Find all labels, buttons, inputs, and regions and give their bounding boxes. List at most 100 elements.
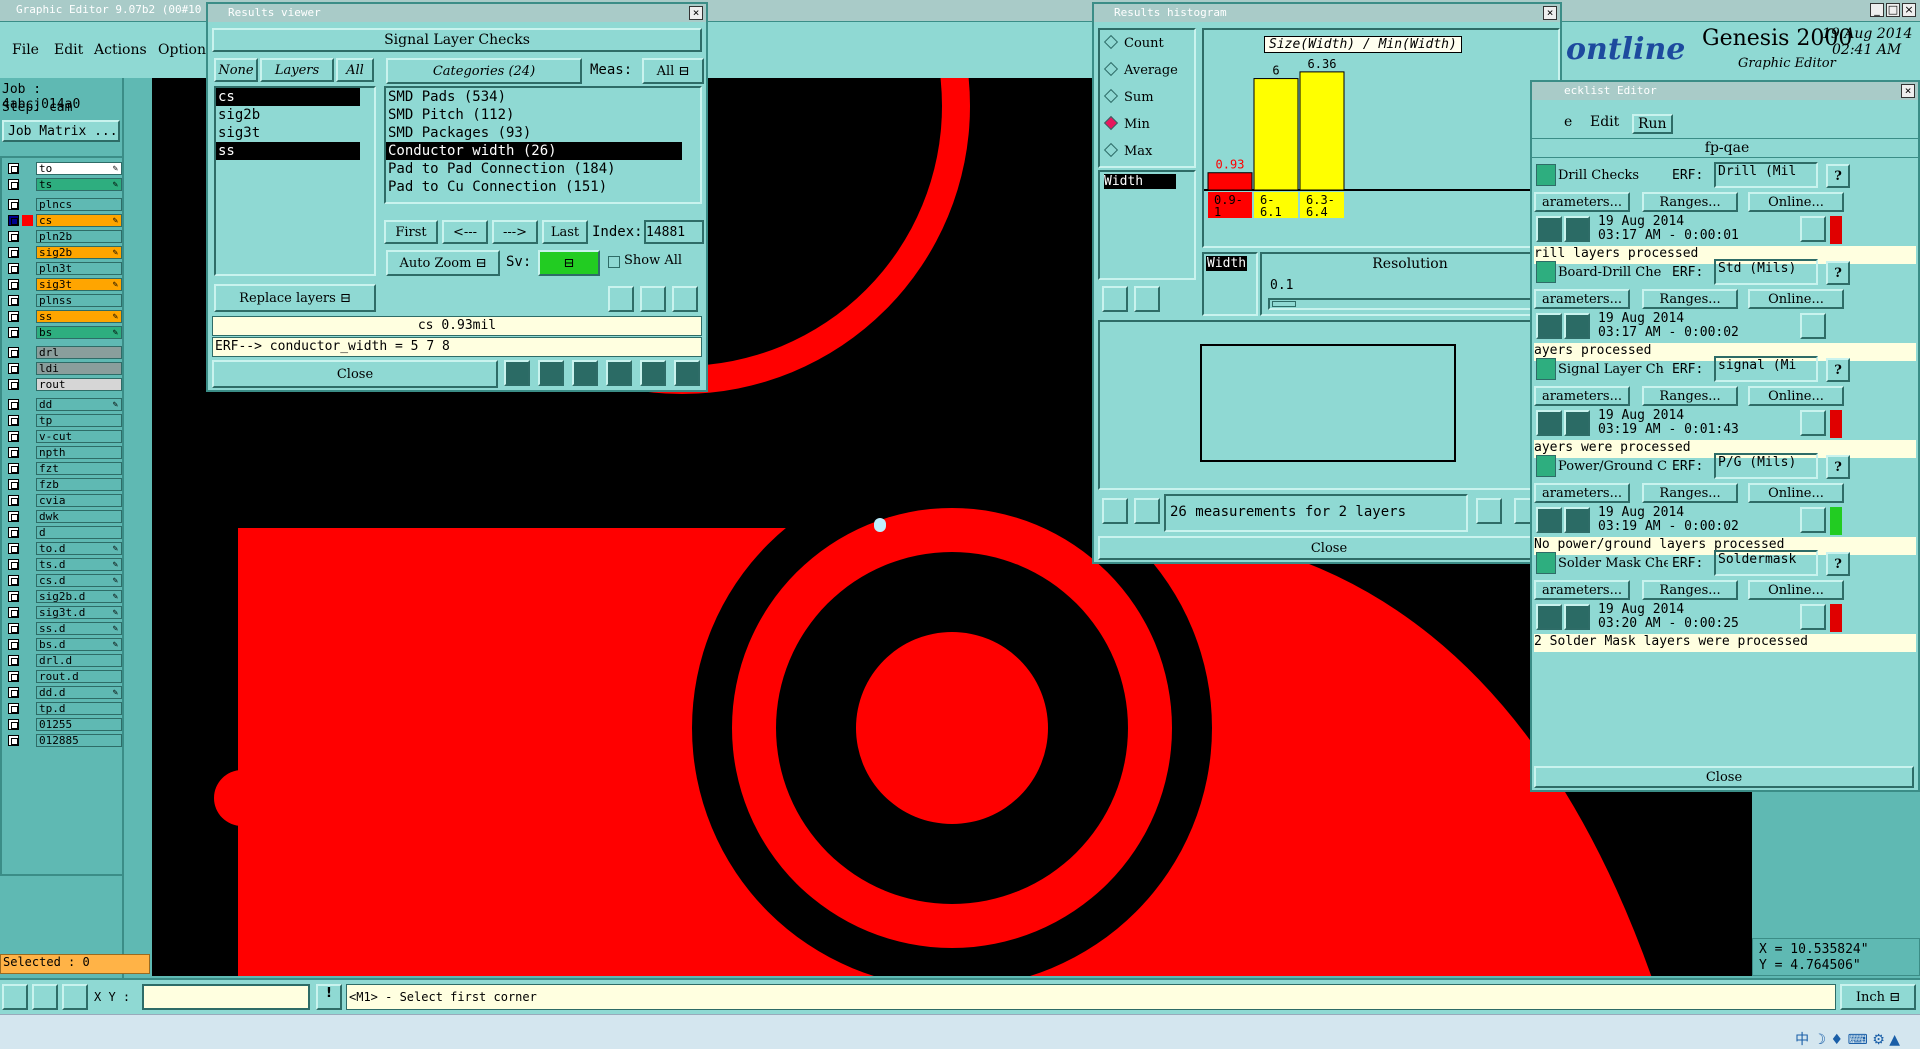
ranges-button[interactable]: Ranges... <box>1642 386 1738 406</box>
zoom-result-icon[interactable] <box>1800 410 1826 436</box>
layer-checkbox[interactable] <box>8 655 19 666</box>
check-name[interactable]: Board-Drill Che <box>1558 265 1668 280</box>
export-icon[interactable] <box>1476 498 1502 524</box>
category-item[interactable]: Conductor width (26) <box>386 142 682 160</box>
camera-icon[interactable] <box>538 360 564 386</box>
category-item[interactable]: SMD Pitch (112) <box>386 106 682 124</box>
menu-file[interactable]: File <box>12 42 39 58</box>
flag-icon[interactable] <box>504 360 530 386</box>
units-select[interactable]: Inch ⊟ <box>1840 984 1916 1010</box>
next-button[interactable]: ---> <box>492 220 538 244</box>
zoom-result-icon[interactable] <box>1800 313 1826 339</box>
radio-icon[interactable] <box>1103 34 1119 50</box>
show-all-checkbox[interactable] <box>608 256 620 268</box>
layer-row[interactable]: rout.d <box>6 670 122 683</box>
run-icon[interactable] <box>1536 313 1562 339</box>
zoom-tool-icon[interactable] <box>2 984 28 1010</box>
run-icon[interactable] <box>1536 604 1562 630</box>
run-all-icon[interactable] <box>1564 313 1590 339</box>
layer-list-item[interactable]: ss <box>216 142 360 160</box>
layer-checkbox[interactable] <box>8 591 19 602</box>
layers-list[interactable]: cs sig2b sig3t ss <box>214 86 376 276</box>
stat-option[interactable]: Sum <box>1103 88 1154 110</box>
layer-list-item[interactable]: sig3t <box>216 124 360 142</box>
checklist-close-button[interactable]: Close <box>1534 766 1914 788</box>
slider-handle[interactable] <box>1272 301 1296 307</box>
layer-checkbox[interactable] <box>8 527 19 538</box>
index-input[interactable] <box>644 220 704 244</box>
erase-icon[interactable] <box>572 360 598 386</box>
ranges-button[interactable]: Ranges... <box>1642 483 1738 503</box>
layer-checkbox[interactable] <box>8 415 19 426</box>
run-icon[interactable] <box>1536 216 1562 242</box>
maximize-icon[interactable]: □ <box>1886 3 1900 17</box>
category-item[interactable]: Pad to Cu Connection (151) <box>386 178 682 196</box>
category-item[interactable]: SMD Pads (534) <box>386 88 682 106</box>
ranges-button[interactable]: Ranges... <box>1642 289 1738 309</box>
layer-row[interactable]: sig3t.d ✎ <box>6 606 122 619</box>
layer-checkbox[interactable] <box>8 363 19 374</box>
replace-layers-select[interactable]: Replace layers ⊟ <box>214 284 376 312</box>
layer-row[interactable]: ldi <box>6 362 122 375</box>
run-icon[interactable] <box>1536 507 1562 533</box>
number-icon[interactable] <box>606 360 632 386</box>
online-button[interactable]: Online... <box>1748 192 1844 212</box>
summary-ref-icon[interactable] <box>1134 498 1160 524</box>
layer-row[interactable]: drl.d <box>6 654 122 667</box>
layer-checkbox[interactable] <box>8 447 19 458</box>
layer-row[interactable]: dd.d ✎ <box>6 686 122 699</box>
prev-button[interactable]: <--- <box>442 220 488 244</box>
summary-del-icon[interactable] <box>1102 498 1128 524</box>
zoom-result-icon[interactable] <box>1800 216 1826 242</box>
window-controls[interactable]: _ □ × <box>1870 3 1916 17</box>
layer-checkbox[interactable] <box>8 463 19 474</box>
help-button[interactable]: ? <box>1826 552 1850 576</box>
layer-checkbox[interactable] <box>8 199 19 210</box>
layer-checkbox[interactable] <box>8 575 19 586</box>
layer-checkbox[interactable] <box>8 247 19 258</box>
layers-button[interactable]: Layers <box>260 58 334 82</box>
parameters-button[interactable]: arameters... <box>1534 483 1630 503</box>
close-icon[interactable]: × <box>1902 3 1916 17</box>
grid-tool-icon[interactable] <box>62 984 88 1010</box>
layer-checkbox[interactable] <box>8 671 19 682</box>
category-item[interactable]: SMD Packages (93) <box>386 124 682 142</box>
all-button[interactable]: All <box>336 58 374 82</box>
layer-checkbox[interactable] <box>8 179 19 190</box>
resolution-slider[interactable] <box>1268 298 1554 310</box>
layer-row[interactable]: bs.d ✎ <box>6 638 122 651</box>
histogram-close-button[interactable]: Close <box>1098 536 1560 560</box>
parameters-button[interactable]: arameters... <box>1534 289 1630 309</box>
layer-checkbox[interactable] <box>8 379 19 390</box>
field-list[interactable]: Width <box>1098 170 1196 280</box>
menu-options[interactable]: Options <box>158 42 213 58</box>
layer-checkbox[interactable] <box>8 215 19 226</box>
layer-row[interactable]: ts ✎ <box>6 178 122 191</box>
layer-row[interactable]: pln2b <box>6 230 122 243</box>
layer-checkbox[interactable] <box>8 623 19 634</box>
undo-icon[interactable] <box>672 286 698 312</box>
parameters-button[interactable]: arameters... <box>1534 192 1630 212</box>
layer-row[interactable]: npth <box>6 446 122 459</box>
tray-icons[interactable]: 中 ☽ ♦ ⌨ ⚙ ▲ <box>1795 1029 1900 1049</box>
layer-row[interactable]: sig3t ✎ <box>6 278 122 291</box>
online-button[interactable]: Online... <box>1748 580 1844 600</box>
ranges-button[interactable]: Ranges... <box>1642 580 1738 600</box>
categories-button[interactable]: Categories (24) <box>386 58 582 84</box>
layer-row[interactable]: tp <box>6 414 122 427</box>
check-name[interactable]: Solder Mask Che <box>1558 556 1668 571</box>
layer-row[interactable]: ss ✎ <box>6 310 122 323</box>
erf-select[interactable]: Drill (Mil <box>1714 162 1818 188</box>
ref-icon[interactable] <box>640 286 666 312</box>
run-all-icon[interactable] <box>1564 410 1590 436</box>
layer-row[interactable]: ss.d ✎ <box>6 622 122 635</box>
check-icon[interactable] <box>1536 261 1556 283</box>
stat-option[interactable]: Min <box>1103 115 1150 137</box>
zoom-result-icon[interactable] <box>1800 604 1826 630</box>
histogram-icon[interactable] <box>674 360 700 386</box>
layer-row[interactable]: ts.d ✎ <box>6 558 122 571</box>
layer-row[interactable]: drl <box>6 346 122 359</box>
layer-checkbox[interactable] <box>8 511 19 522</box>
layer-checkbox[interactable] <box>8 559 19 570</box>
report-icon[interactable] <box>640 360 666 386</box>
